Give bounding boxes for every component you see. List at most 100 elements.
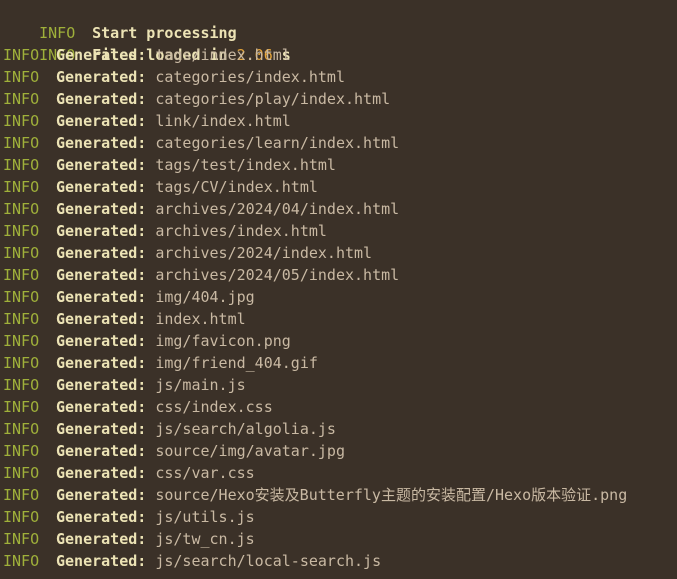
generated-label: Generated: bbox=[56, 486, 147, 504]
log-line-generated: INFO Generated: css/index.css bbox=[0, 396, 677, 418]
log-level: INFO bbox=[3, 508, 40, 526]
generated-file-path: link/index.html bbox=[155, 112, 291, 130]
separator bbox=[146, 222, 155, 240]
separator bbox=[146, 200, 155, 218]
generated-file-path: tags/test/index.html bbox=[155, 156, 336, 174]
log-line-generated: INFO Generated: js/main.js bbox=[0, 374, 677, 396]
log-line-generated: INFO Generated: tags/CV/index.html bbox=[0, 176, 677, 198]
log-level: INFO bbox=[3, 354, 40, 372]
separator bbox=[146, 442, 155, 460]
log-level: INFO bbox=[3, 464, 40, 482]
generated-file-path: css/var.css bbox=[155, 464, 255, 482]
log-line-generated: INFO Generated: tags/index.html bbox=[0, 44, 677, 66]
generated-file-path: tags/CV/index.html bbox=[155, 178, 318, 196]
generated-label: Generated: bbox=[56, 134, 147, 152]
separator bbox=[146, 376, 155, 394]
log-level: INFO bbox=[3, 310, 40, 328]
generated-file-path: archives/index.html bbox=[155, 222, 327, 240]
generated-label: Generated: bbox=[56, 376, 147, 394]
log-level: INFO bbox=[3, 332, 40, 350]
generated-file-path: categories/play/index.html bbox=[155, 90, 391, 108]
separator bbox=[146, 266, 155, 284]
separator bbox=[146, 552, 155, 570]
generated-file-path: categories/index.html bbox=[155, 68, 345, 86]
separator bbox=[146, 486, 155, 504]
log-line-generated: INFO Generated: archives/2024/index.html bbox=[0, 242, 677, 264]
log-line-generated: INFO Generated: source/img/avatar.jpg bbox=[0, 440, 677, 462]
log-level: INFO bbox=[3, 442, 40, 460]
log-line-generated: INFO Generated: js/search/algolia.js bbox=[0, 418, 677, 440]
log-level: INFO bbox=[39, 24, 76, 42]
log-line-generated: INFO Generated: index.html bbox=[0, 308, 677, 330]
log-level: INFO bbox=[3, 222, 40, 240]
log-line-generated: INFO Generated: img/404.jpg bbox=[0, 286, 677, 308]
log-level: INFO bbox=[3, 68, 40, 86]
log-level: INFO bbox=[3, 90, 40, 108]
generated-file-path: archives/2024/04/index.html bbox=[155, 200, 400, 218]
generated-file-path: archives/2024/index.html bbox=[155, 244, 373, 262]
separator bbox=[146, 178, 155, 196]
log-level: INFO bbox=[3, 46, 40, 64]
separator bbox=[146, 244, 155, 262]
log-level: INFO bbox=[3, 134, 40, 152]
generated-file-path: img/404.jpg bbox=[155, 288, 255, 306]
generated-label: Generated: bbox=[56, 156, 147, 174]
generated-file-path: js/search/algolia.js bbox=[155, 420, 336, 438]
separator bbox=[146, 398, 155, 416]
log-level: INFO bbox=[3, 156, 40, 174]
log-level: INFO bbox=[3, 486, 40, 504]
separator bbox=[146, 288, 155, 306]
generated-label: Generated: bbox=[56, 222, 147, 240]
generated-file-path: js/main.js bbox=[155, 376, 246, 394]
separator bbox=[146, 310, 155, 328]
generated-file-path: categories/learn/index.html bbox=[155, 134, 400, 152]
generated-label: Generated: bbox=[56, 464, 147, 482]
separator bbox=[146, 112, 155, 130]
generated-label: Generated: bbox=[56, 46, 147, 64]
generated-label: Generated: bbox=[56, 244, 147, 262]
terminal-output[interactable]: INFO Start processing INFO Files loaded in… bbox=[0, 0, 677, 579]
generated-label: Generated: bbox=[56, 552, 147, 570]
log-level: INFO bbox=[3, 266, 40, 284]
log-level: INFO bbox=[3, 200, 40, 218]
log-line-generated: INFO Generated: img/favicon.png bbox=[0, 330, 677, 352]
log-line-generated: INFO Generated: categories/index.html bbox=[0, 66, 677, 88]
separator bbox=[146, 68, 155, 86]
generated-label: Generated: bbox=[56, 310, 147, 328]
log-line-generated: INFO Generated: archives/2024/05/index.ht… bbox=[0, 264, 677, 286]
separator bbox=[146, 508, 155, 526]
log-line-start: INFO Start processing bbox=[0, 0, 677, 42]
separator bbox=[146, 530, 155, 548]
generated-label: Generated: bbox=[56, 398, 147, 416]
generated-label: Generated: bbox=[56, 508, 147, 526]
generated-label: Generated: bbox=[56, 90, 147, 108]
log-level: INFO bbox=[3, 112, 40, 130]
generated-file-path: js/search/local-search.js bbox=[155, 552, 382, 570]
separator bbox=[146, 90, 155, 108]
generated-label: Generated: bbox=[56, 332, 147, 350]
log-line-generated: INFO Generated: js/search/local-search.js bbox=[0, 550, 677, 572]
generated-file-path: tags/index.html bbox=[155, 46, 291, 64]
generated-file-path: archives/2024/05/index.html bbox=[155, 266, 400, 284]
log-level: INFO bbox=[3, 552, 40, 570]
log-level: INFO bbox=[3, 178, 40, 196]
separator bbox=[146, 134, 155, 152]
generated-label: Generated: bbox=[56, 68, 147, 86]
generated-label: Generated: bbox=[56, 178, 147, 196]
log-level: INFO bbox=[3, 420, 40, 438]
generated-label: Generated: bbox=[56, 420, 147, 438]
log-line-generated: INFO Generated: img/friend_404.gif bbox=[0, 352, 677, 374]
separator bbox=[146, 354, 155, 372]
separator bbox=[146, 46, 155, 64]
log-line-generated: INFO Generated: source/Hexo安装及Butterfly主题… bbox=[0, 484, 677, 506]
generated-label: Generated: bbox=[56, 354, 147, 372]
log-line-generated: INFO Generated: categories/play/index.htm… bbox=[0, 88, 677, 110]
generated-label: Generated: bbox=[56, 442, 147, 460]
generated-label: Generated: bbox=[56, 530, 147, 548]
generated-file-path: js/utils.js bbox=[155, 508, 255, 526]
generated-label: Generated: bbox=[56, 112, 147, 130]
generated-file-path: js/tw_cn.js bbox=[155, 530, 255, 548]
separator bbox=[146, 464, 155, 482]
log-level: INFO bbox=[3, 288, 40, 306]
generated-label: Generated: bbox=[56, 266, 147, 284]
